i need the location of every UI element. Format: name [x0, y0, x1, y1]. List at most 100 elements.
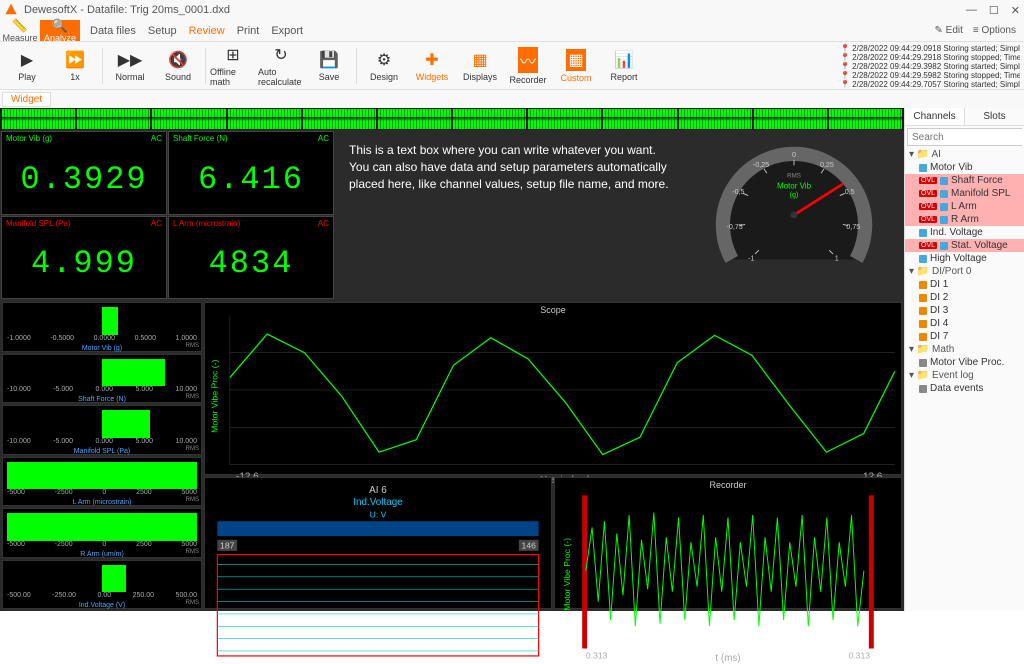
report-button[interactable]: 📊Report: [601, 44, 647, 88]
bar-meter[interactable]: -10.000-5.0000.0005.00010.000 Shaft Forc…: [2, 354, 202, 404]
design-button[interactable]: ⚙Design: [361, 44, 407, 88]
tree-channel[interactable]: Ind. Voltage: [905, 226, 1024, 239]
submenu-review[interactable]: Review: [189, 25, 225, 37]
sound-button[interactable]: 🔇Sound: [155, 44, 201, 88]
bar-meter[interactable]: -5000-2500025005000 L Arm (microstrain) …: [2, 457, 202, 507]
svg-text:Motor Vib: Motor Vib: [777, 181, 812, 190]
submenu-print[interactable]: Print: [237, 25, 260, 37]
minimize-button[interactable]: —: [966, 4, 977, 17]
tree-channel[interactable]: Motor Vib: [905, 161, 1024, 174]
overview-segment[interactable]: [303, 109, 376, 129]
svg-text:146: 146: [522, 541, 537, 551]
channel-preview[interactable]: AI 6 Ind.Voltage U: V 187 146: [204, 477, 552, 609]
digital-meters: Motor Vib (g)AC 0.3929 Shaft Force (N)AC…: [0, 130, 335, 300]
tree-channel[interactable]: DI 3: [905, 304, 1024, 317]
time-overview[interactable]: [0, 108, 904, 130]
digital-meter[interactable]: Shaft Force (N)AC 6.416: [168, 131, 334, 215]
widget-tab[interactable]: Widget: [2, 92, 51, 107]
svg-text:187: 187: [220, 541, 235, 551]
app-logo-icon: [4, 3, 18, 17]
digital-meter[interactable]: Manifold SPL (Pa)AC 4.999: [1, 216, 167, 300]
edit-link[interactable]: ✎ Edit: [935, 25, 963, 36]
submenu-export[interactable]: Export: [271, 25, 303, 37]
tree-group[interactable]: ▾ 📁 DI/Port 0: [905, 265, 1024, 278]
svg-text:1: 1: [835, 254, 839, 262]
bar-meters: -1.0000-0.50000.00000.50001.0000 Motor V…: [2, 302, 202, 609]
custom-button[interactable]: ▦Custom: [553, 44, 599, 88]
svg-text:Motor Vibe Proc (-): Motor Vibe Proc (-): [209, 360, 219, 433]
info-textbox: This is a text box where you can write w…: [335, 130, 684, 300]
svg-text:Motor Vibe Proc (-): Motor Vibe Proc (-): [562, 538, 572, 611]
mode-button[interactable]: ▶▶Normal: [107, 44, 153, 88]
tree-group[interactable]: ▾ 📁 Math: [905, 343, 1024, 356]
overview-segment[interactable]: [77, 109, 150, 129]
svg-text:0,25: 0,25: [820, 161, 834, 169]
digital-meter[interactable]: L Arm (microstrain)AC 4834: [168, 216, 334, 300]
overview-segment[interactable]: [378, 109, 451, 129]
svg-text:Ind.Voltage: Ind.Voltage: [353, 497, 403, 508]
overview-segment[interactable]: [152, 109, 225, 129]
overview-segment[interactable]: [2, 109, 75, 129]
channels-panel: Channels Slots 🔍 ▾ ▾ 📁 AI Motor Vib OVL …: [904, 108, 1024, 611]
submenu-setup[interactable]: Setup: [148, 25, 177, 37]
tree-channel[interactable]: DI 1: [905, 278, 1024, 291]
overview-segment[interactable]: [453, 109, 526, 129]
submenu-datafiles[interactable]: Data files: [90, 25, 136, 37]
tree-channel[interactable]: OVL Shaft Force: [905, 174, 1024, 187]
recalc-button[interactable]: ↻Auto recalculate: [258, 44, 304, 88]
maximize-button[interactable]: ☐: [989, 4, 999, 17]
widgets-button[interactable]: ✚Widgets: [409, 44, 455, 88]
play-button[interactable]: ▶Play: [4, 44, 50, 88]
svg-text:-0,5: -0,5: [732, 188, 744, 196]
overview-segment[interactable]: [754, 109, 827, 129]
tree-channel[interactable]: High Voltage: [905, 252, 1024, 265]
window-title: DewesoftX - Datafile: Trig 20ms_0001.dxd: [24, 4, 966, 16]
bar-meter[interactable]: -1.0000-0.50000.00000.50001.0000 Motor V…: [2, 302, 202, 352]
tree-channel[interactable]: DI 7: [905, 330, 1024, 343]
recorder-plot[interactable]: Recorder Motor Vibe Proc (-) t (ms) 0.31…: [554, 477, 902, 609]
svg-text:0.313: 0.313: [848, 651, 870, 661]
overview-segment[interactable]: [603, 109, 676, 129]
digital-meter[interactable]: Motor Vib (g)AC 0.3929: [1, 131, 167, 215]
overview-segment[interactable]: [679, 109, 752, 129]
tree-group[interactable]: ▾ 📁 AI: [905, 148, 1024, 161]
tree-channel[interactable]: OVL Manifold SPL: [905, 187, 1024, 200]
scope-plot[interactable]: Scope X axis (ms) -12.6 12.6 Motor Vibe …: [204, 302, 902, 475]
overview-segment[interactable]: [528, 109, 601, 129]
tab-measure[interactable]: 📏Measure: [0, 20, 40, 41]
svg-text:U: V: U: V: [370, 510, 387, 520]
tab-analyze[interactable]: 🔍Analyze: [40, 20, 80, 41]
submenu: Data files Setup Review Print Export: [80, 20, 313, 41]
svg-text:0,75: 0,75: [846, 223, 860, 231]
bar-meter[interactable]: -500.00-250.000.00250.00500.00 Ind.Volta…: [2, 560, 202, 610]
tree-group[interactable]: ▾ 📁 Event log: [905, 369, 1024, 382]
title-bar: DewesoftX - Datafile: Trig 20ms_0001.dxd…: [0, 0, 1024, 20]
svg-text:0: 0: [792, 151, 796, 159]
displays-button[interactable]: ▦Displays: [457, 44, 503, 88]
tree-channel[interactable]: Data events: [905, 382, 1024, 395]
search-input[interactable]: [908, 129, 1024, 145]
side-tab-slots[interactable]: Slots: [965, 108, 1024, 125]
overview-segment[interactable]: [228, 109, 301, 129]
side-tab-channels[interactable]: Channels: [905, 108, 965, 125]
toolbar: ▶Play ⏩1x ▶▶Normal 🔇Sound ⊞Offline math …: [0, 42, 1024, 90]
svg-text:0.313: 0.313: [586, 651, 608, 661]
speed-button[interactable]: ⏩1x: [52, 44, 98, 88]
close-button[interactable]: ✕: [1011, 4, 1020, 17]
bar-meter[interactable]: -10.000-5.0000.0005.00010.000 Manifold S…: [2, 405, 202, 455]
tree-channel[interactable]: DI 4: [905, 317, 1024, 330]
overview-segment[interactable]: [829, 109, 902, 129]
svg-text:-1: -1: [748, 254, 754, 262]
options-link[interactable]: ≡ Options: [973, 25, 1016, 36]
offline-math-button[interactable]: ⊞Offline math: [210, 44, 256, 88]
tree-channel[interactable]: Motor Vibe Proc.: [905, 356, 1024, 369]
tree-channel[interactable]: OVL Stat. Voltage: [905, 239, 1024, 252]
tree-channel[interactable]: OVL R Arm: [905, 213, 1024, 226]
save-button[interactable]: 💾Save: [306, 44, 352, 88]
tree-channel[interactable]: OVL L Arm: [905, 200, 1024, 213]
svg-text:AI 6: AI 6: [369, 485, 387, 496]
tree-channel[interactable]: DI 2: [905, 291, 1024, 304]
svg-text:0,5: 0,5: [845, 188, 855, 196]
bar-meter[interactable]: -5000-2500025005000 R Arm (um/m) RMS: [2, 508, 202, 558]
recorder-button[interactable]: 〰Recorder: [505, 44, 551, 88]
